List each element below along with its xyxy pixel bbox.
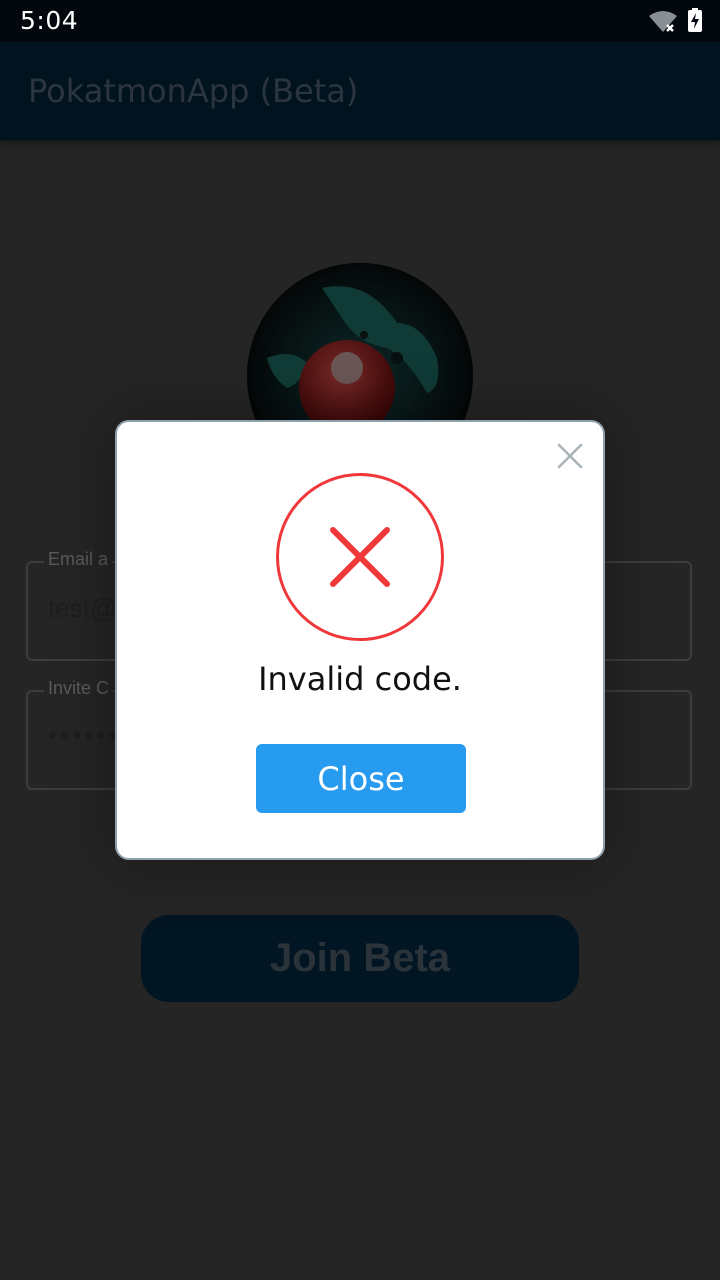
battery-charging-icon [688,8,702,32]
error-x-icon [330,527,390,587]
dialog-message: Invalid code. [258,660,462,698]
email-field-value: test@ [48,593,117,623]
status-bar: 5:04 [0,0,720,42]
close-icon[interactable] [555,441,585,471]
app-title: PokatmonApp (Beta) [28,72,359,110]
app-bar: PokatmonApp (Beta) [0,42,720,140]
error-status-circle [276,473,444,641]
join-beta-button[interactable]: Join Beta [141,915,579,1002]
error-dialog: Invalid code. Close [115,420,605,860]
close-button[interactable]: Close [256,744,466,813]
status-time: 5:04 [20,6,79,35]
invite-code-field-label: Invite C [44,678,114,699]
email-field-label: Email a [44,549,113,570]
wifi-off-icon [649,11,677,32]
